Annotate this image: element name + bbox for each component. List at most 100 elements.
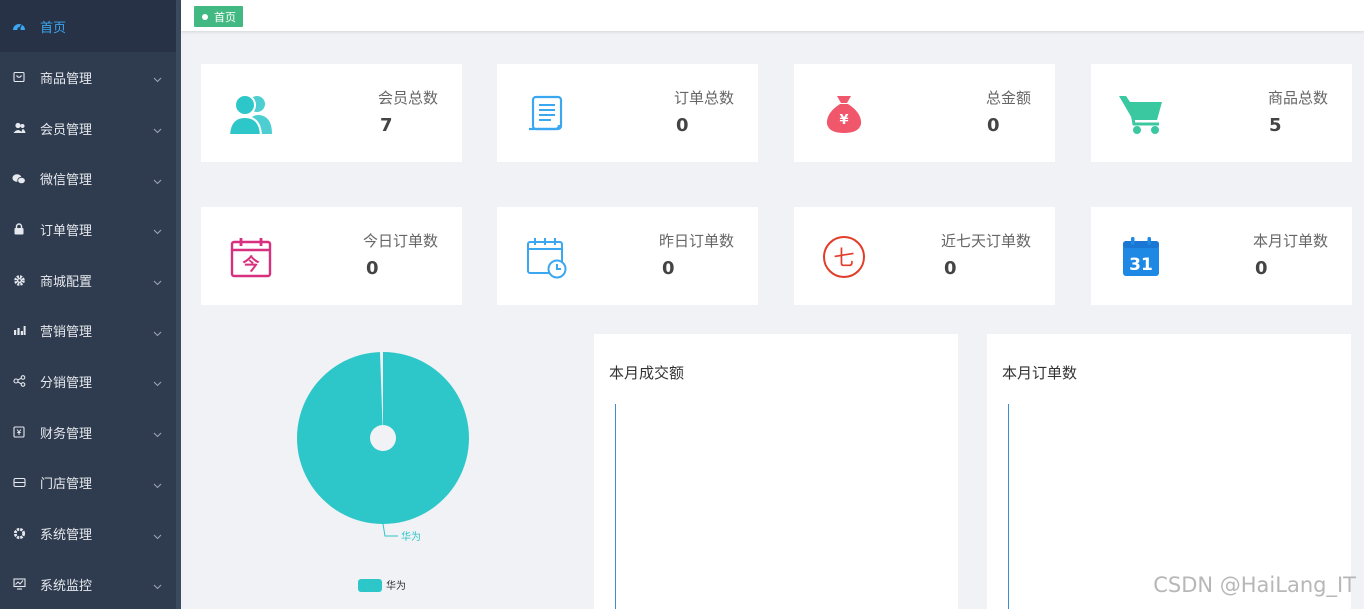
sidebar-item-label: 财务管理	[40, 426, 93, 442]
sidebar-item-label: 首页	[40, 20, 67, 36]
seven-glyph: 七	[834, 246, 855, 270]
sidebar-item-marketing[interactable]: 营销管理	[0, 305, 176, 356]
scroll-icon	[521, 88, 573, 140]
chevron-down-icon	[153, 326, 162, 341]
tab-home[interactable]: 首页	[194, 6, 243, 27]
sidebar-scrollbar[interactable]	[176, 0, 181, 609]
calendar-31-glyph: 31	[1129, 255, 1153, 275]
stat-value: 0	[676, 115, 689, 136]
members-icon	[225, 88, 277, 140]
sidebar-item-label: 分销管理	[40, 375, 93, 391]
chevron-down-icon	[153, 529, 162, 544]
chart-y-axis	[615, 404, 616, 609]
chevron-down-icon	[153, 579, 162, 594]
tab-label: 首页	[214, 10, 236, 24]
lock-icon	[12, 222, 26, 236]
calendar-today-icon: 今	[225, 231, 277, 283]
sidebar: 首页 商品管理 会员管理 微信管理 订单管理 商城配置 营销管理 分销管理 财务…	[0, 0, 176, 609]
chevron-down-icon	[153, 427, 162, 442]
sidebar-item-label: 订单管理	[40, 223, 93, 239]
panel-title: 本月成交额	[609, 364, 685, 382]
calendar-glyph: 今	[243, 254, 260, 275]
stat-card-orders[interactable]: 订单总数 0	[497, 64, 758, 162]
stat-value: 0	[987, 115, 1000, 136]
product-icon	[12, 70, 26, 84]
finance-icon	[12, 425, 26, 439]
sidebar-item-home[interactable]: 首页	[0, 0, 176, 52]
chart-y-axis	[1008, 404, 1009, 609]
sidebar-item-label: 门店管理	[40, 477, 93, 493]
stat-label: 昨日订单数	[658, 232, 734, 250]
stat-card-week-orders[interactable]: 七 近七天订单数 0	[794, 207, 1055, 305]
sidebar-item-stores[interactable]: 门店管理	[0, 458, 176, 509]
chevron-down-icon	[153, 174, 162, 189]
share-icon	[12, 374, 26, 388]
pie-slice-label: 华为	[401, 530, 421, 543]
chevron-down-icon	[153, 478, 162, 493]
sidebar-item-label: 系统监控	[40, 578, 93, 594]
sidebar-item-products[interactable]: 商品管理	[0, 52, 176, 103]
monitor-icon	[12, 577, 26, 591]
pie-chart: 华为 华为	[296, 352, 469, 592]
stat-card-yesterday-orders[interactable]: 昨日订单数 0	[497, 207, 758, 305]
panel-month-orders: 本月订单数	[987, 334, 1351, 609]
stat-value: 0	[944, 258, 957, 279]
wechat-icon	[12, 172, 26, 186]
stat-label: 商品总数	[1267, 89, 1328, 107]
sidebar-item-wechat[interactable]: 微信管理	[0, 153, 176, 204]
user-icon	[12, 121, 26, 135]
dashboard-icon	[12, 19, 26, 33]
stat-label: 本月订单数	[1252, 232, 1328, 250]
watermark: CSDN @HaiLang_IT	[1153, 573, 1356, 597]
stat-value: 0	[366, 258, 379, 279]
cart-icon	[1115, 88, 1167, 140]
gear-icon	[12, 273, 26, 287]
pie-legend-label[interactable]: 华为	[386, 579, 406, 592]
pie-legend-swatch[interactable]	[358, 579, 382, 592]
sidebar-item-label: 会员管理	[40, 122, 93, 138]
sidebar-item-label: 微信管理	[40, 173, 93, 189]
stat-label: 会员总数	[377, 89, 438, 107]
stat-card-members[interactable]: 会员总数 7	[201, 64, 462, 162]
stat-label: 近七天订单数	[940, 232, 1031, 250]
sidebar-item-label: 商城配置	[40, 274, 93, 290]
sidebar-item-distribution[interactable]: 分销管理	[0, 356, 176, 407]
calendar-31-icon: 31	[1115, 231, 1167, 283]
sidebar-item-members[interactable]: 会员管理	[0, 103, 176, 154]
calendar-clock-icon	[521, 231, 573, 283]
stat-value: 5	[1269, 115, 1282, 136]
stat-label: 总金额	[985, 89, 1031, 107]
stat-label: 今日订单数	[362, 232, 438, 250]
store-icon	[12, 476, 26, 490]
stat-card-products[interactable]: 商品总数 5	[1091, 64, 1352, 162]
sidebar-item-finance[interactable]: 财务管理	[0, 407, 176, 458]
sidebar-item-system[interactable]: 系统管理	[0, 508, 176, 559]
bar-chart-icon	[12, 324, 26, 338]
pie-center-hole	[370, 425, 396, 451]
seven-circle-icon: 七	[818, 231, 870, 283]
chevron-down-icon	[153, 123, 162, 138]
stat-card-month-orders[interactable]: 31 本月订单数 0	[1091, 207, 1352, 305]
panel-title: 本月订单数	[1002, 364, 1078, 382]
money-bag-icon: ¥	[818, 88, 870, 140]
chevron-down-icon	[153, 376, 162, 391]
tags-view: 首页	[181, 0, 1364, 31]
sidebar-item-label: 营销管理	[40, 325, 93, 341]
sidebar-item-mall-config[interactable]: 商城配置	[0, 255, 176, 306]
svg-text:¥: ¥	[839, 113, 848, 128]
stat-value: 0	[662, 258, 675, 279]
sidebar-item-monitor[interactable]: 系统监控	[0, 559, 176, 609]
sidebar-item-orders[interactable]: 订单管理	[0, 204, 176, 255]
stat-card-total-amount[interactable]: ¥ 总金额 0	[794, 64, 1055, 162]
panel-month-revenue: 本月成交额	[594, 334, 958, 609]
cog-icon	[12, 527, 26, 541]
sidebar-item-label: 商品管理	[40, 71, 93, 87]
chevron-down-icon	[153, 275, 162, 290]
chevron-down-icon	[153, 72, 162, 87]
active-dot-icon	[202, 13, 208, 20]
stat-value: 7	[380, 115, 393, 136]
stat-value: 0	[1255, 258, 1268, 279]
sidebar-item-label: 系统管理	[40, 528, 93, 544]
stat-card-today-orders[interactable]: 今 今日订单数 0	[201, 207, 462, 305]
stat-label: 订单总数	[673, 89, 734, 107]
